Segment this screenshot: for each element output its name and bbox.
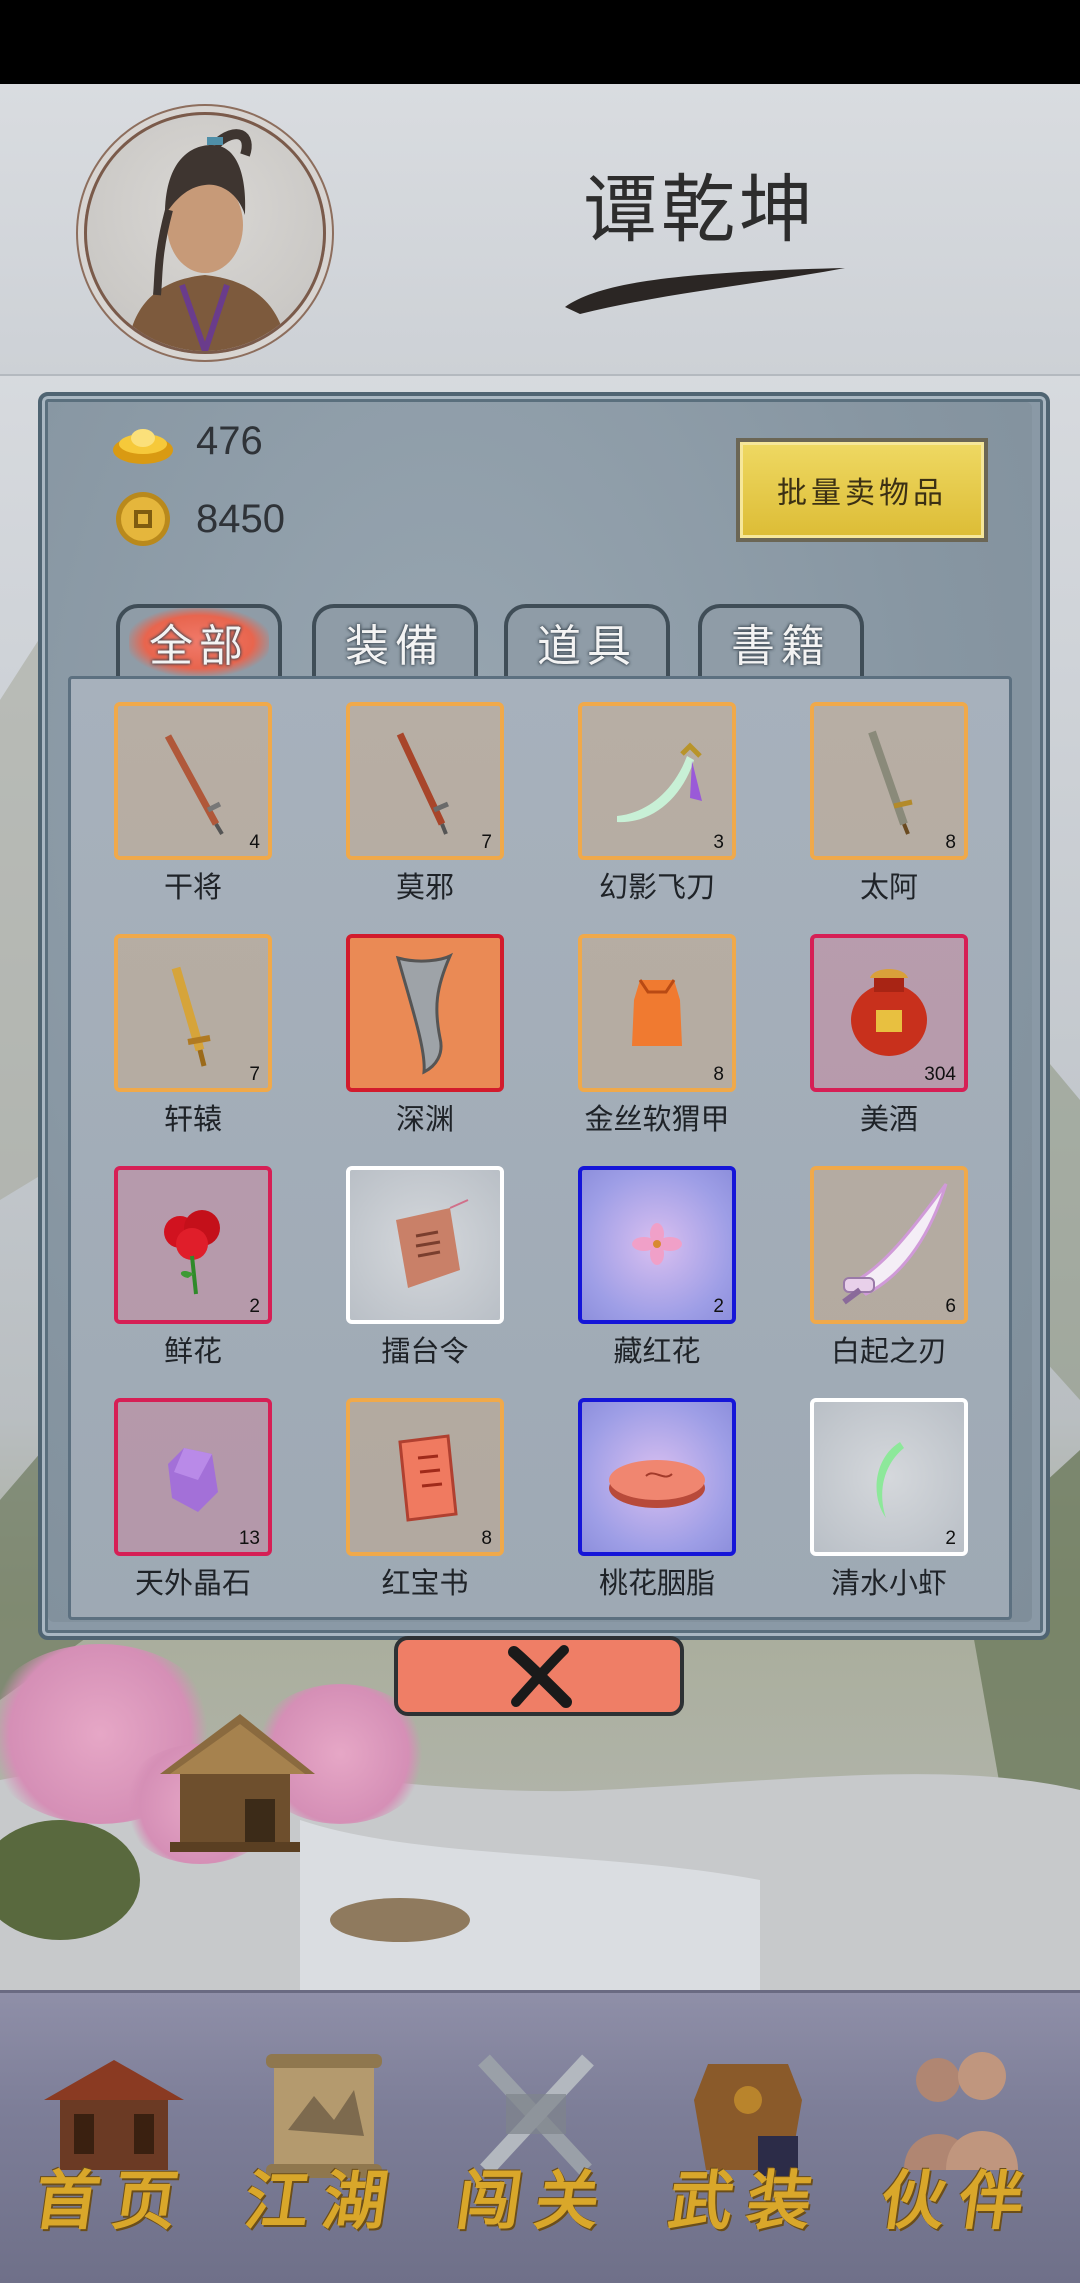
inventory-slot[interactable]: 4	[114, 702, 272, 860]
nav-challenge[interactable]: 闯关	[446, 2040, 626, 2250]
item-count: 2	[945, 1528, 956, 1549]
item-name: 天外晶石	[134, 1566, 251, 1600]
item-name: 藏红花	[613, 1334, 701, 1368]
item-count: 7	[481, 832, 492, 853]
nav-companions-label: 伙伴	[875, 2164, 1043, 2239]
item-name: 莫邪	[395, 870, 454, 904]
sword-icon	[396, 732, 449, 835]
sword-icon	[164, 734, 224, 836]
nav-equipment[interactable]: 武装	[658, 2040, 838, 2250]
inventory-slot[interactable]: 3	[578, 702, 736, 860]
item-name: 擂台令	[381, 1334, 469, 1368]
item-count: 8	[713, 1064, 724, 1085]
inventory-slot[interactable]: 2	[578, 1166, 736, 1324]
item-name: 幻影飞刀	[598, 870, 715, 904]
shrimp-icon	[876, 1442, 904, 1518]
player-name: 谭乾坤	[583, 167, 817, 253]
tab-all-label: 全部	[129, 608, 269, 676]
inventory-slot[interactable]: 6	[810, 1166, 968, 1324]
avatar[interactable]	[84, 112, 326, 354]
gold-currency-row: 476	[112, 410, 263, 472]
inventory-slot[interactable]: 2	[810, 1398, 968, 1556]
nav-challenge-label: 闯关	[451, 2164, 619, 2239]
item-name: 太阿	[859, 870, 918, 904]
inventory-slot[interactable]: 304	[810, 934, 968, 1092]
item-count: 3	[713, 832, 724, 853]
copper-coin-icon	[112, 488, 174, 550]
inventory-slot[interactable]	[346, 1166, 504, 1324]
gold-ingot-icon	[112, 410, 174, 472]
tab-books[interactable]: 書籍	[698, 604, 864, 676]
rose-icon	[164, 1210, 220, 1295]
item-name: 红宝书	[381, 1566, 469, 1600]
item-name: 深渊	[395, 1102, 454, 1136]
item-count: 2	[249, 1296, 260, 1317]
inventory-slot[interactable]: 7	[346, 702, 504, 860]
flying-knife-icon	[617, 742, 702, 823]
nav-home[interactable]: 首页	[24, 2040, 204, 2250]
nav-jianghu[interactable]: 江湖	[234, 2040, 414, 2250]
gold-amount: 476	[196, 418, 263, 463]
nav-home-label: 首页	[29, 2164, 197, 2239]
inventory-slot[interactable]: 8	[346, 1398, 504, 1556]
inventory-slot[interactable]: 7	[114, 934, 272, 1092]
armor-vest-icon	[632, 979, 682, 1046]
hero-portrait-icon	[127, 129, 287, 351]
saffron-flower-icon	[632, 1223, 682, 1265]
tab-books-label: 書籍	[731, 621, 831, 672]
item-name: 金丝软猬甲	[584, 1102, 730, 1136]
inventory-slot[interactable]	[578, 1398, 736, 1556]
token-icon	[396, 1199, 469, 1288]
coin-amount: 8450	[196, 496, 285, 541]
item-name: 清水小虾	[830, 1566, 947, 1600]
item-count: 2	[713, 1296, 724, 1317]
inventory-slot[interactable]: 8	[810, 702, 968, 860]
item-name: 干将	[163, 870, 222, 904]
tab-all[interactable]: 全部	[116, 604, 282, 676]
tab-items[interactable]: 道具	[504, 604, 670, 676]
inventory-slot[interactable]: 8	[578, 934, 736, 1092]
item-count: 13	[238, 1528, 260, 1549]
item-count: 6	[945, 1296, 956, 1317]
item-count: 8	[945, 832, 956, 853]
nav-companions[interactable]: 伙伴	[870, 2040, 1050, 2250]
rouge-box-icon	[609, 1460, 705, 1508]
item-name: 鲜花	[163, 1334, 222, 1368]
item-count: 304	[924, 1064, 956, 1085]
item-name: 白起之刃	[830, 1334, 947, 1368]
status-bar	[0, 0, 1080, 84]
inventory-slot[interactable]: 2	[114, 1166, 272, 1324]
tab-equipment[interactable]: 装備	[312, 604, 478, 676]
hut-icon	[160, 1714, 315, 1852]
bulk-sell-button[interactable]: 批量卖物品	[736, 438, 988, 542]
red-book-icon	[398, 1434, 458, 1522]
item-name: 桃花胭脂	[598, 1566, 715, 1600]
nav-jianghu-label: 江湖	[239, 2164, 407, 2239]
tab-equipment-label: 装備	[345, 621, 445, 672]
item-count: 4	[249, 832, 260, 853]
sabre-icon	[842, 1183, 948, 1305]
item-name: 美酒	[859, 1102, 918, 1136]
broad-blade-icon	[395, 952, 454, 1075]
item-name: 轩辕	[163, 1102, 222, 1136]
brush-stroke-decoration	[565, 268, 845, 314]
golden-sword-icon	[171, 966, 211, 1067]
close-button[interactable]	[394, 1636, 684, 1716]
nav-equipment-label: 武装	[663, 2164, 831, 2239]
coin-currency-row: 8450	[112, 488, 285, 550]
item-count: 8	[481, 1528, 492, 1549]
inventory-slot[interactable]	[346, 934, 504, 1092]
tab-items-label: 道具	[537, 621, 637, 672]
sword-icon	[868, 730, 913, 835]
close-icon	[508, 1645, 572, 1708]
inventory-slot[interactable]: 13	[114, 1398, 272, 1556]
item-count: 7	[249, 1064, 260, 1085]
